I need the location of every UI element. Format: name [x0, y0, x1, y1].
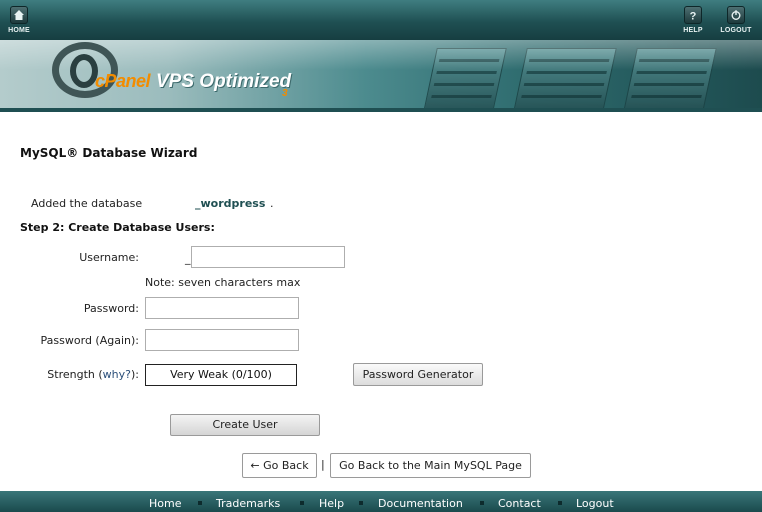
strength-label-text: Strength ( [47, 368, 103, 381]
cpanel-banner: cPanel VPS Optimized 3 [0, 40, 762, 112]
added-database-name: _wordpress [195, 197, 266, 210]
page-title: MySQL® Database Wizard [20, 146, 198, 160]
logout-label: LOGOUT [720, 27, 752, 34]
footer-separator [198, 501, 202, 505]
footer-link-help[interactable]: Help [319, 497, 344, 510]
svg-text:?: ? [690, 11, 697, 22]
go-back-button[interactable]: ← Go Back [242, 453, 317, 478]
logout-button[interactable]: LOGOUT [718, 6, 754, 34]
footer-separator [480, 501, 484, 505]
password-input[interactable] [145, 297, 299, 319]
home-button[interactable]: HOME [2, 6, 36, 34]
help-button[interactable]: ? HELP [676, 6, 710, 34]
main-mysql-page-button[interactable]: Go Back to the Main MySQL Page [330, 453, 531, 478]
brand-name: cPanel [95, 71, 151, 91]
password-again-label: Password (Again): [40, 334, 139, 347]
create-user-button[interactable]: Create User [170, 414, 320, 436]
footer-link-documentation[interactable]: Documentation [378, 497, 463, 510]
step-title: Step 2: Create Database Users: [20, 221, 215, 234]
footer-bar: Home Trademarks Help Documentation Conta… [0, 491, 762, 512]
cpanel-logo-inner [70, 54, 98, 88]
password-strength-meter: Very Weak (0/100) [145, 364, 297, 386]
footer-link-home[interactable]: Home [149, 497, 181, 510]
footer-link-contact[interactable]: Contact [498, 497, 541, 510]
strength-label-close: ): [131, 368, 139, 381]
why-link[interactable]: why? [103, 368, 131, 381]
password-label: Password: [83, 302, 139, 315]
product-version: 3 [282, 88, 288, 99]
username-prefix: _ [185, 252, 191, 265]
footer-link-logout[interactable]: Logout [576, 497, 614, 510]
strength-label: Strength (why?): [20, 368, 139, 381]
password-generator-button[interactable]: Password Generator [353, 363, 483, 386]
home-icon [10, 6, 28, 24]
username-input[interactable] [191, 246, 345, 268]
username-note: Note: seven characters max [145, 276, 301, 289]
footer-separator [359, 501, 363, 505]
power-icon [727, 6, 745, 24]
help-label: HELP [683, 27, 703, 34]
added-database-label: Added the database [31, 197, 143, 210]
home-label: HOME [8, 27, 30, 34]
footer-separator [558, 501, 562, 505]
top-bar: HOME ? HELP LOGOUT [0, 0, 762, 40]
password-again-input[interactable] [145, 329, 299, 351]
product-name: VPS Optimized [156, 71, 292, 92]
nav-separator: | [321, 458, 325, 471]
question-mark-icon: ? [684, 6, 702, 24]
footer-separator [300, 501, 304, 505]
added-database-suffix: . [270, 197, 274, 210]
footer-link-trademarks[interactable]: Trademarks [216, 497, 280, 510]
username-label: Username: [79, 251, 139, 264]
